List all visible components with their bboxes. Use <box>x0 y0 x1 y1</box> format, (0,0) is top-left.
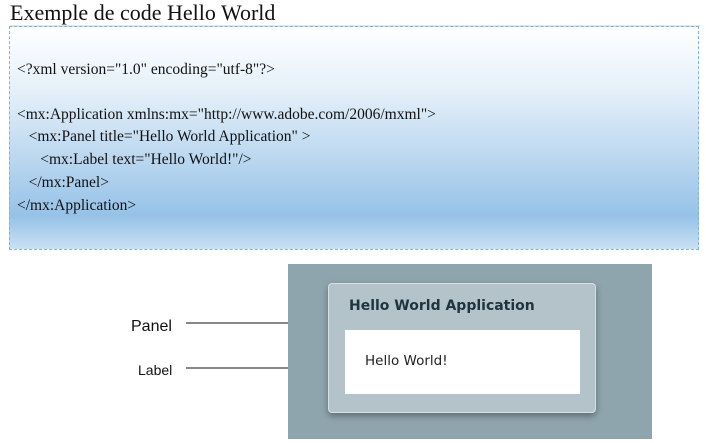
code-line-xml-declaration: <?xml version="1.0" encoding="utf-8"?> <box>17 61 275 78</box>
hello-world-panel: Hello World Application Hello World! <box>328 283 596 413</box>
code-line-label: <mx:Label text="Hello World!"/> <box>17 151 252 168</box>
page-title: Exemple de code Hello World <box>10 0 276 25</box>
code-line-application-open: <mx:Application xmlns:mx="http://www.ado… <box>17 106 436 123</box>
code-line-panel-open: <mx:Panel title="Hello World Application… <box>17 128 311 145</box>
code-block: <?xml version="1.0" encoding="utf-8"?> <… <box>9 26 699 250</box>
app-preview: Hello World Application Hello World! <box>288 264 652 439</box>
panel-content: Hello World! <box>345 330 580 394</box>
panel-annotation-label: Panel <box>131 318 172 335</box>
code-line-application-close: </mx:Application> <box>17 197 137 214</box>
code-line-panel-close: </mx:Panel> <box>17 174 109 191</box>
label-annotation-label: Label <box>138 362 173 378</box>
panel-title: Hello World Application <box>349 298 535 314</box>
hello-world-label: Hello World! <box>365 353 448 369</box>
